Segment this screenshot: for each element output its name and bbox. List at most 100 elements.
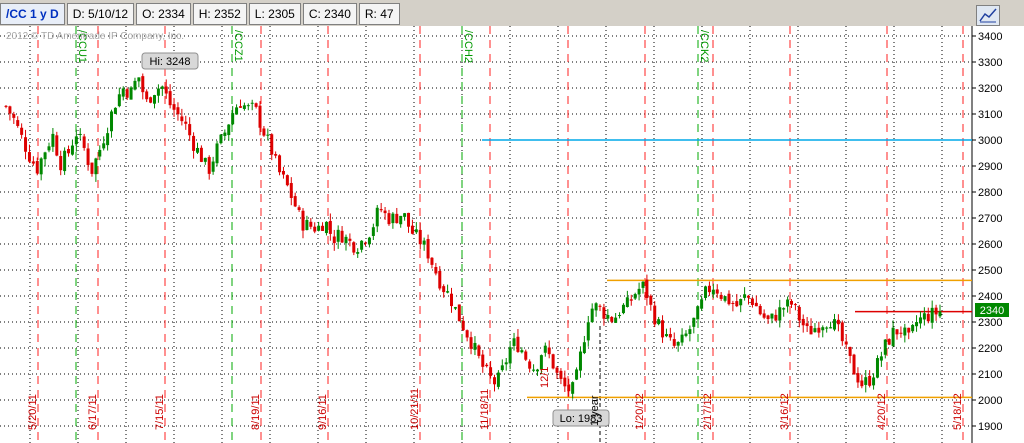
candle-body [563, 377, 567, 387]
candle-body [832, 319, 836, 330]
candle-body [336, 229, 340, 242]
candle-body [258, 105, 262, 128]
candle-body [102, 143, 106, 149]
candle-body [524, 351, 528, 360]
candle-body [692, 317, 696, 327]
candle-body [324, 221, 328, 234]
candle-body [700, 299, 704, 309]
candle-body [301, 210, 305, 231]
candle-body [489, 367, 493, 376]
date-field: D: 5/10/12 [66, 3, 135, 25]
candle-body [438, 270, 442, 289]
candle-body [559, 370, 563, 379]
candle-body [422, 240, 426, 245]
candle-body [731, 303, 735, 305]
candle-body [868, 375, 872, 386]
candle-body [875, 358, 879, 378]
candle-body [278, 155, 282, 173]
candle-body [657, 319, 661, 325]
candle-body [270, 134, 274, 155]
candle-body [762, 313, 766, 318]
candle-body [872, 377, 876, 386]
chart-settings-button[interactable] [976, 5, 1000, 26]
y-tick-label: 2300 [978, 317, 1002, 329]
price-chart: 1900 2000 2100 2200 2300 2400 2500 2600 2700 2800… [0, 26, 1024, 443]
candle-body [578, 351, 582, 371]
x-tick-label: 10/21/11 [409, 388, 421, 430]
candle-body [86, 148, 90, 165]
symbol-field[interactable]: /CC 1 y D [0, 3, 65, 25]
candle-body [915, 322, 919, 327]
x-tick-label: 11/18/11 [479, 389, 491, 430]
candle-body [293, 196, 297, 207]
candle-body [47, 146, 51, 151]
candle-body [598, 305, 602, 307]
candle-body [481, 354, 485, 367]
candle-body [442, 286, 446, 293]
y-tick-label: 3200 [978, 83, 1002, 95]
candle-body [223, 132, 227, 136]
candle-body [195, 147, 199, 153]
candle-body [367, 237, 371, 245]
candle-body [758, 305, 762, 315]
candle-body [309, 221, 313, 227]
candle-body [504, 362, 508, 365]
expiry-label: /CCZ1 [232, 30, 244, 62]
candle-body [344, 236, 348, 244]
candle-body [188, 124, 192, 136]
candle-body [907, 327, 911, 333]
candle-body [512, 338, 516, 346]
candle-body [637, 288, 641, 295]
candle-body [930, 307, 934, 323]
candle-body [395, 213, 399, 224]
candle-body [254, 103, 258, 107]
candle-body [364, 242, 368, 244]
watermark: 2012 © TD Ameritrade IP Company, Inc. [6, 31, 184, 42]
candle-body [192, 135, 196, 151]
candle-body [688, 329, 692, 335]
candle-body [160, 86, 164, 89]
y-tick-label: 3000 [978, 135, 1002, 147]
y-tick-label: 2900 [978, 161, 1002, 173]
candle-body [793, 304, 797, 306]
candle-body [516, 336, 520, 352]
candle-body [410, 225, 414, 234]
candle-body [8, 106, 12, 114]
candle-body [172, 104, 176, 110]
candle-body [770, 313, 774, 319]
candle-body [786, 299, 790, 307]
candle-body [313, 226, 317, 232]
candle-body [78, 133, 82, 135]
candle-body [125, 89, 129, 98]
candle-body [262, 128, 266, 136]
candle-body [676, 342, 680, 346]
candle-body [918, 317, 922, 324]
candle-body [31, 161, 35, 164]
candle-body [231, 113, 235, 125]
candle-body [496, 372, 500, 387]
open-field: O: 2334 [136, 3, 191, 25]
x-tick-label: 4/20/12 [876, 393, 888, 430]
candle-body [469, 337, 473, 349]
candle-body [305, 220, 309, 231]
candle-body [809, 325, 813, 335]
candle-body [90, 162, 94, 174]
candle-body [747, 295, 751, 298]
candle-body [137, 77, 141, 82]
candle-body [246, 105, 250, 107]
tick-label-12-1: 12/1 [539, 367, 551, 388]
candle-body [199, 147, 203, 162]
candle-body [184, 121, 188, 124]
candle-body [98, 149, 102, 157]
candle-body [110, 111, 114, 132]
candle-body [829, 327, 833, 329]
candle-body [844, 341, 848, 345]
candle-body [520, 350, 524, 353]
candle-body [59, 156, 63, 171]
high-label-badge: Hi: 3248 [141, 52, 199, 70]
candle-body [852, 354, 856, 375]
candle-body [836, 319, 840, 325]
candle-body [645, 279, 649, 299]
candle-body [387, 213, 391, 225]
candle-body [543, 345, 547, 353]
